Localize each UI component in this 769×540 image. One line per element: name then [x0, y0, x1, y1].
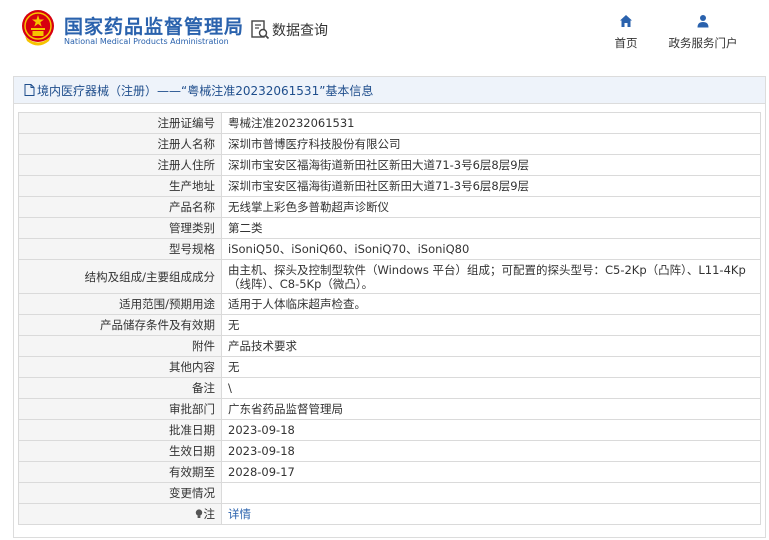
panel-heading: 境内医疗器械（注册）——“粤械注准20232061531”基本信息 [14, 77, 765, 104]
note-row: 注详情 [18, 503, 761, 525]
data-query-label: 数据查询 [272, 23, 328, 39]
field-label: 注册人名称 [18, 133, 222, 155]
field-value: 第二类 [221, 217, 761, 239]
field-label: 生效日期 [18, 440, 222, 462]
nav-portal-button[interactable]: 政务服务门户 [660, 14, 746, 51]
table-row: 结构及组成/主要组成成分 由主机、探头及控制型软件（Windows 平台）组成；可… [18, 259, 761, 294]
table-row: 变更情况 [18, 482, 761, 504]
field-label: 适用范围/预期用途 [18, 293, 222, 315]
nav-portal-label: 政务服务门户 [668, 36, 738, 50]
field-label: 注册人住所 [18, 154, 222, 176]
field-label: 批准日期 [18, 419, 222, 441]
field-value: 无 [221, 314, 761, 336]
document-icon [24, 84, 35, 96]
table-row: 管理类别 第二类 [18, 217, 761, 239]
field-value: 深圳市宝安区福海街道新田社区新田大道71-3号6层8层9层 [221, 175, 761, 197]
table-row: 审批部门 广东省药品监督管理局 [18, 398, 761, 420]
table-row: 适用范围/预期用途 适用于人体临床超声检查。 [18, 293, 761, 315]
table-row: 有效期至 2028-09-17 [18, 461, 761, 483]
field-value: 2023-09-18 [221, 440, 761, 462]
field-value: iSoniQ50、iSoniQ60、iSoniQ70、iSoniQ80 [221, 238, 761, 260]
field-value: \ [221, 377, 761, 399]
table-row: 注册人名称 深圳市普博医疗科技股份有限公司 [18, 133, 761, 155]
data-query-link[interactable]: 数据查询 [250, 18, 328, 42]
table-row: 型号规格 iSoniQ50、iSoniQ60、iSoniQ70、iSoniQ80 [18, 238, 761, 260]
field-value: 适用于人体临床超声检查。 [221, 293, 761, 315]
field-value: 粤械注准20232061531 [221, 112, 761, 134]
user-icon [697, 15, 709, 28]
document-search-icon [251, 20, 270, 40]
field-value: 由主机、探头及控制型软件（Windows 平台）组成；可配置的探头型号：C5-2… [221, 259, 761, 294]
field-label: 变更情况 [18, 482, 222, 504]
home-icon [620, 15, 632, 27]
site-title: 国家药品监督管理局 [64, 16, 245, 38]
nav-home-label: 首页 [614, 36, 638, 50]
detail-panel: 境内医疗器械（注册）——“粤械注准20232061531”基本信息 注册证编号粤… [13, 76, 766, 538]
table-row: 其他内容无 [18, 356, 761, 378]
field-value: 广东省药品监督管理局 [221, 398, 761, 420]
table-row: 注册证编号 粤械注准20232061531 [18, 112, 761, 134]
panel-heading-text: 境内医疗器械（注册）——“粤械注准20232061531”基本信息 [37, 83, 374, 98]
field-label: 产品名称 [18, 196, 222, 218]
nav-home-button[interactable]: 首页 [606, 14, 646, 51]
field-value: 深圳市普博医疗科技股份有限公司 [221, 133, 761, 155]
note-value-cell: 详情 [221, 503, 761, 525]
table-row: 附件 产品技术要求 [18, 335, 761, 357]
note-label-cell: 注 [18, 503, 222, 525]
field-label: 注册证编号 [18, 112, 222, 134]
field-value: 2028-09-17 [221, 461, 761, 483]
field-value: 深圳市宝安区福海街道新田社区新田大道71-3号6层8层9层 [221, 154, 761, 176]
field-label: 有效期至 [18, 461, 222, 483]
table-row: 注册人住所 深圳市宝安区福海街道新田社区新田大道71-3号6层8层9层 [18, 154, 761, 176]
detail-table: 注册证编号 粤械注准20232061531 注册人名称 深圳市普博医疗科技股份有限公司… [18, 112, 761, 525]
field-value: 产品技术要求 [221, 335, 761, 357]
table-row: 备注 \ [18, 377, 761, 399]
table-row: 产品名称 无线掌上彩色多普勒超声诊断仪 [18, 196, 761, 218]
field-label: 产品储存条件及有效期 [18, 314, 222, 336]
field-label: 管理类别 [18, 217, 222, 239]
field-value: 无 [221, 356, 761, 378]
table-row: 批准日期 2023-09-18 [18, 419, 761, 441]
table-row: 产品储存条件及有效期无 [18, 314, 761, 336]
details-link[interactable]: 详情 [228, 507, 251, 521]
field-label: 其他内容 [18, 356, 222, 378]
table-row: 生效日期 2023-09-18 [18, 440, 761, 462]
site-subtitle: National Medical Products Administration [64, 37, 229, 46]
field-label: 审批部门 [18, 398, 222, 420]
national-emblem-icon [22, 10, 54, 46]
lightbulb-icon [195, 509, 202, 518]
field-label: 附件 [18, 335, 222, 357]
note-label: 注 [203, 507, 216, 521]
field-value [221, 482, 761, 504]
field-value: 2023-09-18 [221, 419, 761, 441]
field-value: 无线掌上彩色多普勒超声诊断仪 [221, 196, 761, 218]
field-label: 型号规格 [18, 238, 222, 260]
field-label: 生产地址 [18, 175, 222, 197]
field-label: 备注 [18, 377, 222, 399]
site-header: 国家药品监督管理局 National Medical Products Admi… [0, 0, 769, 66]
table-row: 生产地址 深圳市宝安区福海街道新田社区新田大道71-3号6层8层9层 [18, 175, 761, 197]
field-label: 结构及组成/主要组成成分 [18, 259, 222, 294]
